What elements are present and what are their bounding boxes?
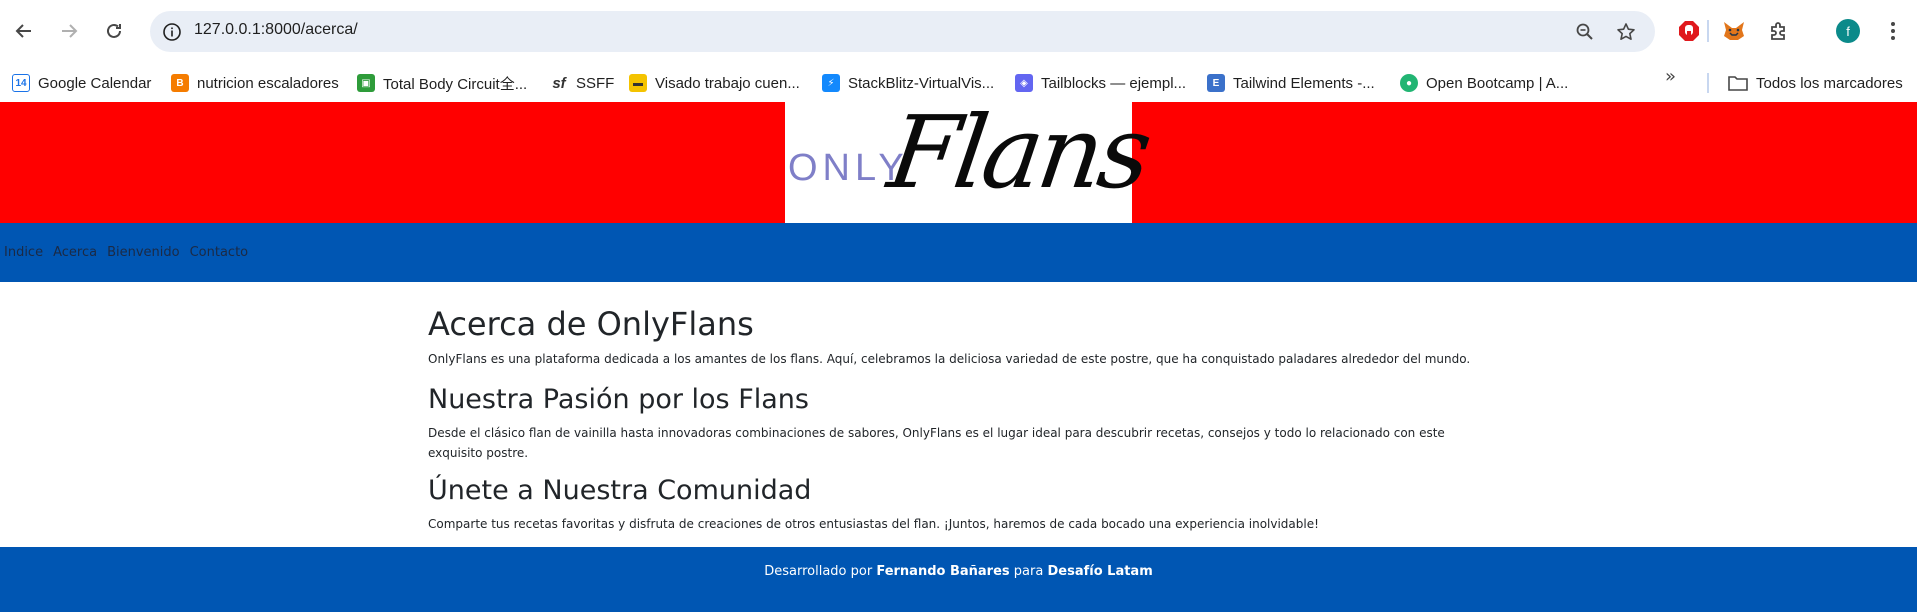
total-body-icon: ▣: [357, 74, 375, 92]
reload-icon: [107, 23, 121, 38]
footer-author: Fernando Bañares: [876, 564, 1010, 579]
site-info-icon[interactable]: [158, 18, 186, 46]
more-bookmarks-chevron-icon[interactable]: »: [1665, 66, 1676, 87]
nav-link-bienvenido[interactable]: Bienvenido: [107, 245, 180, 260]
calendar-icon: 14: [12, 74, 30, 92]
bookmark-label: nutricion escaladores: [197, 74, 339, 92]
bookmark-open-bootcamp[interactable]: ● Open Bootcamp | A...: [1400, 68, 1568, 98]
reload-button[interactable]: [97, 14, 131, 48]
bookmark-google-calendar[interactable]: 14 Google Calendar: [12, 68, 151, 98]
profile-avatar[interactable]: f: [1836, 19, 1860, 43]
url-text[interactable]: 127.0.0.1:8000/acerca/: [194, 21, 358, 39]
bookmark-label: Google Calendar: [38, 74, 152, 92]
forward-arrow-icon: [62, 24, 78, 38]
stackblitz-icon: ⚡: [822, 74, 840, 92]
logo-flans-text: Flans: [881, 94, 1155, 211]
nav-link-acerca[interactable]: Acerca: [53, 245, 97, 260]
footer-org: Desafío Latam: [1047, 564, 1153, 579]
back-button[interactable]: [7, 14, 41, 48]
tailblocks-icon: ◈: [1015, 74, 1033, 92]
zoom-icon[interactable]: [1572, 19, 1598, 45]
section-about: Acerca de OnlyFlans OnlyFlans es una pla…: [428, 305, 1470, 369]
bookmark-label: Tailblocks — ejempl...: [1041, 74, 1187, 92]
bookmark-visado-trabajo[interactable]: ▬ Visado trabajo cuen...: [629, 68, 800, 98]
open-bootcamp-icon: ●: [1400, 74, 1418, 92]
extensions-puzzle-icon[interactable]: [1765, 17, 1793, 45]
blogger-icon: B: [171, 74, 189, 92]
sf-icon: sf: [550, 74, 568, 92]
bookmark-tailwind-elements[interactable]: E Tailwind Elements -...: [1207, 68, 1375, 98]
tailwind-elements-icon: E: [1207, 74, 1225, 92]
nav-link-indice[interactable]: Indice: [4, 245, 43, 260]
about-text: OnlyFlans es una plataforma dedicada a l…: [428, 352, 1471, 366]
nav-link-contacto[interactable]: Contacto: [190, 245, 249, 260]
bookmarks-separator: [1707, 73, 1709, 93]
all-bookmarks-label: Todos los marcadores: [1756, 74, 1903, 92]
bookmark-label: Total Body Circuit全...: [383, 75, 528, 93]
bookmark-total-body-circuit[interactable]: ▣ Total Body Circuit全...: [357, 68, 527, 98]
passion-text: Desde el clásico flan de vainilla hasta …: [428, 426, 1445, 460]
footer-middle: para: [1013, 564, 1044, 579]
onlyflans-logo[interactable]: ONLY Flans: [785, 94, 1155, 223]
metamask-fox-icon[interactable]: [1720, 17, 1748, 45]
folder-icon: [1728, 76, 1748, 91]
all-bookmarks-button[interactable]: Todos los marcadores: [1728, 68, 1903, 98]
footer-prefix: Desarrollado por: [764, 564, 873, 579]
community-heading: Únete a Nuestra Comunidad: [428, 475, 812, 506]
site-footer: Desarrollado por Fernando Bañares para D…: [0, 547, 1917, 612]
bookmark-label: StackBlitz-VirtualVis...: [848, 74, 995, 92]
community-text: Comparte tus recetas favoritas y disfrut…: [428, 517, 1319, 531]
bookmark-label: Visado trabajo cuen...: [655, 74, 800, 92]
bookmark-star-icon[interactable]: [1613, 19, 1639, 45]
forward-button[interactable]: [52, 14, 86, 48]
site-header: ONLY Flans: [0, 94, 1917, 223]
passion-heading: Nuestra Pasión por los Flans: [428, 384, 809, 415]
section-passion: Nuestra Pasión por los Flans Desde el cl…: [428, 383, 1488, 463]
back-arrow-icon: [15, 24, 31, 38]
browser-toolbar: 127.0.0.1:8000/acerca/ f: [0, 0, 1917, 64]
visado-icon: ▬: [629, 74, 647, 92]
toolbar-separator: [1707, 20, 1709, 42]
bookmark-ssff[interactable]: sf SSFF: [550, 68, 614, 98]
about-heading: Acerca de OnlyFlans: [428, 305, 754, 343]
bookmark-label: SSFF: [576, 74, 615, 92]
adblock-extension-icon[interactable]: [1675, 17, 1703, 45]
address-bar[interactable]: 127.0.0.1:8000/acerca/: [150, 11, 1655, 52]
site-nav: Indice Acerca Bienvenido Contacto: [0, 223, 1917, 282]
bookmark-label: Tailwind Elements -...: [1233, 74, 1375, 92]
bookmark-nutricion-escaladores[interactable]: B nutricion escaladores: [171, 68, 339, 98]
bookmark-label: Open Bootcamp | A...: [1426, 74, 1569, 92]
browser-menu-icon[interactable]: [1880, 17, 1906, 45]
section-community: Únete a Nuestra Comunidad Comparte tus r…: [428, 474, 1319, 534]
